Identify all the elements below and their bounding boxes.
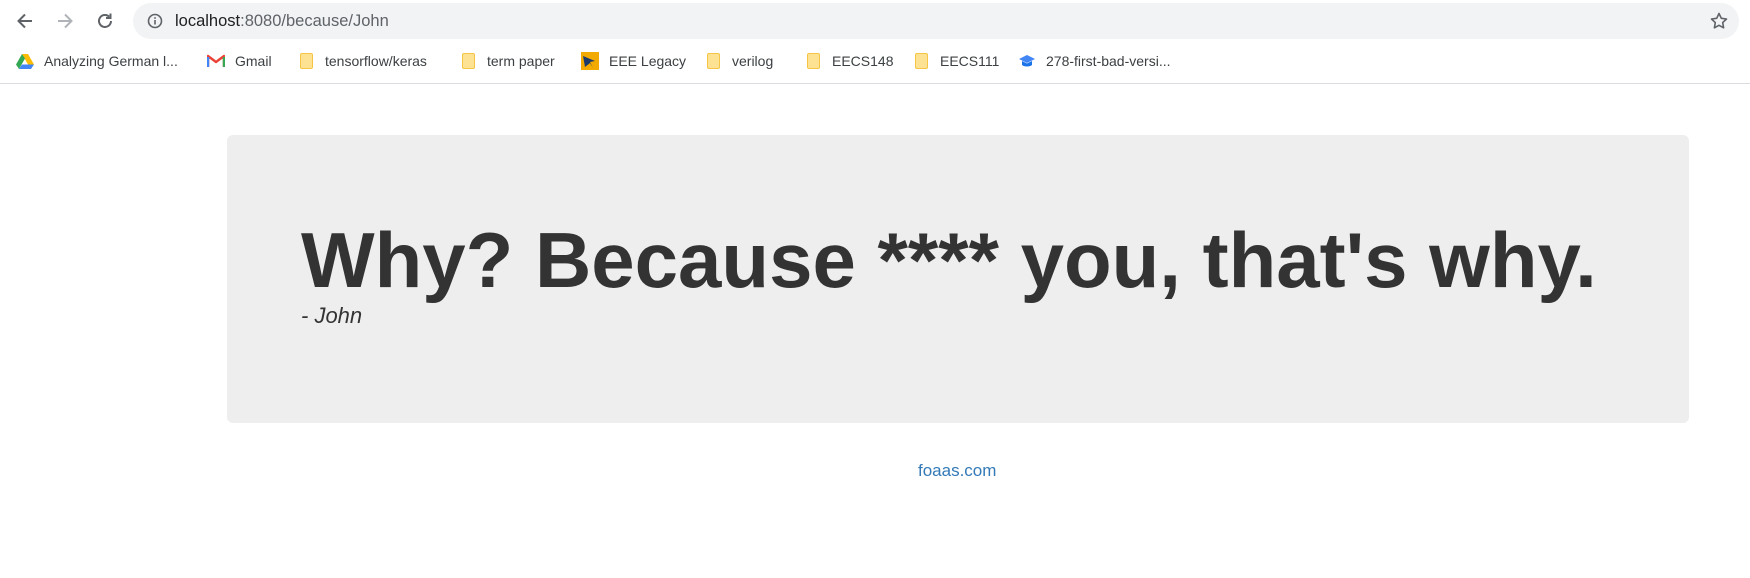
arrow-left-icon (17, 13, 32, 29)
folder-icon (459, 52, 477, 70)
bookmark-label: Gmail (235, 53, 272, 69)
arrow-right-icon (58, 13, 73, 29)
url-host: localhost (175, 12, 241, 30)
subtitle-text: - John (301, 303, 363, 328)
url-path: :8080/because/John (240, 12, 389, 30)
bookmark-label: EECS148 (832, 53, 894, 69)
bookmark-eecs148[interactable]: EECS148 (804, 50, 893, 72)
browser-chrome: localhost:8080/because/John Analyzing Ge… (0, 0, 1750, 84)
bookmark-label: 278-first-bad-versi... (1046, 53, 1171, 69)
forward-button[interactable] (50, 6, 80, 36)
site-info-icon[interactable] (147, 13, 163, 34)
bookmark-label: EEE Legacy (609, 53, 687, 69)
bookmark-label: tensorflow/keras (325, 53, 427, 69)
address-bar[interactable]: localhost:8080/because/John (133, 3, 1739, 39)
bookmark-label: Analyzing German l... (44, 53, 178, 69)
bookmark-label: EECS111 (940, 53, 1000, 69)
google-drive-icon (16, 52, 34, 70)
page-content: Why? Because **** you, that's why. - Joh… (0, 84, 1750, 578)
bookmark-label: verilog (732, 53, 774, 69)
foaas-link[interactable]: foaas.com (918, 461, 996, 481)
url-text[interactable]: localhost:8080/because/John (175, 12, 389, 31)
bookmark-label: term paper (487, 53, 555, 69)
eee-logo-icon (581, 52, 599, 70)
bookmark-eee-legacy[interactable]: EEE Legacy (581, 50, 686, 72)
bookmark-analyzing-german[interactable]: Analyzing German l... (16, 50, 178, 72)
folder-icon (804, 52, 822, 70)
folder-icon (704, 52, 722, 70)
bookmark-tensorflow-keras[interactable]: tensorflow/keras (297, 50, 427, 72)
bookmark-278-first-bad-version[interactable]: 278-first-bad-versi... (1018, 50, 1170, 72)
bookmark-eecs111[interactable]: EECS111 (912, 50, 999, 72)
back-button[interactable] (10, 6, 40, 36)
jumbotron: Why? Because **** you, that's why. - Joh… (227, 135, 1689, 423)
gmail-icon (207, 52, 225, 70)
bookmarks-bar: Analyzing German l... Gmail tensorflow/k… (0, 46, 1750, 76)
folder-icon (297, 52, 315, 70)
browser-toolbar: localhost:8080/because/John (0, 0, 1750, 43)
reload-button[interactable] (90, 6, 120, 36)
message-heading: Why? Because **** you, that's why. (301, 216, 1597, 304)
bookmark-verilog[interactable]: verilog (704, 50, 773, 72)
folder-icon (912, 52, 930, 70)
bookmark-star-icon[interactable] (1709, 11, 1729, 36)
bookmark-gmail[interactable]: Gmail (207, 50, 272, 72)
leetcode-icon (1018, 52, 1036, 70)
bookmark-term-paper[interactable]: term paper (459, 50, 555, 72)
reload-icon (98, 13, 112, 28)
